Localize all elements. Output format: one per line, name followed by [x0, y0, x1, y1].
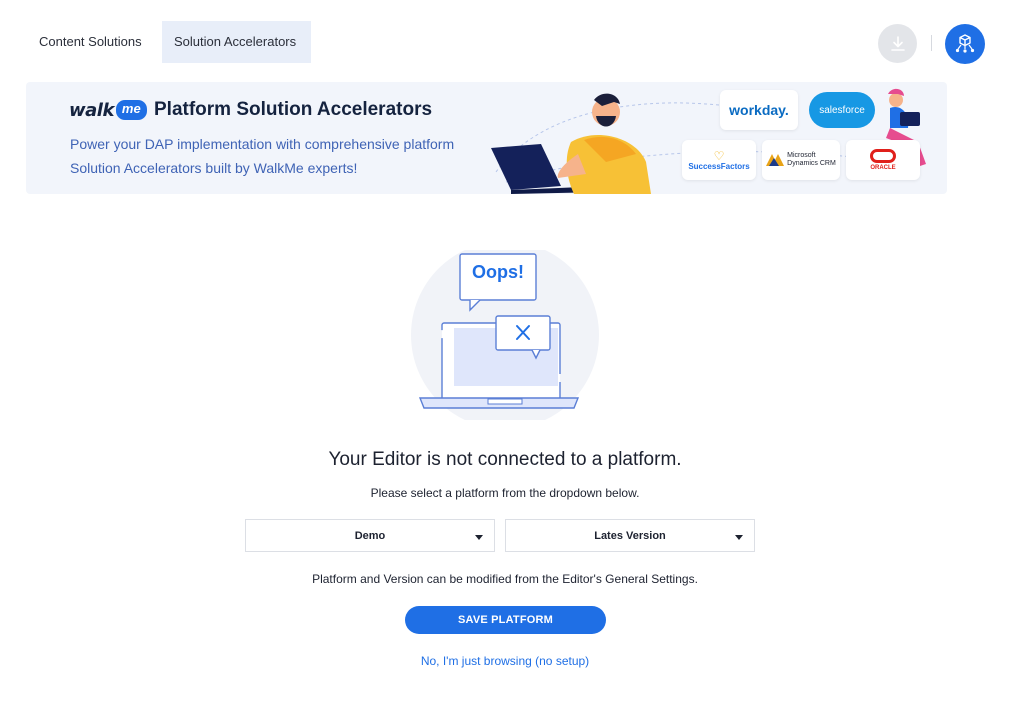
- dynamics-line-2: Dynamics: [787, 160, 818, 167]
- oops-bubble-text: Oops!: [472, 262, 524, 282]
- oracle-logo-card: ORACLE: [846, 140, 920, 180]
- chevron-down-icon: [735, 535, 743, 540]
- top-bar: Content Solutions Solution Accelerators: [0, 0, 1023, 70]
- heart-icon: ♡: [713, 148, 725, 163]
- dynamics-line-1: Microsoft: [787, 152, 816, 159]
- solution-accelerators-banner: walk me Platform Solution Accelerators P…: [26, 82, 947, 194]
- dynamics-logo-icon: [766, 154, 785, 166]
- settings-note: Platform and Version can be modified fro…: [312, 572, 698, 586]
- banner-illustration: workday. salesforce ♡ SuccessFactors Mic…: [486, 82, 947, 194]
- header-divider: [931, 35, 932, 51]
- dynamics-crm-logo-card: Microsoft Dynamics CRM: [762, 140, 840, 180]
- workday-logo-text: workday.: [729, 102, 789, 118]
- logo-me-badge: me: [115, 100, 147, 120]
- solution-package-button[interactable]: [945, 24, 985, 64]
- subline: Please select a platform from the dropdo…: [370, 486, 640, 500]
- tab-content-solutions[interactable]: Content Solutions: [27, 21, 154, 63]
- successfactors-logo-card: ♡ SuccessFactors: [682, 140, 756, 180]
- save-platform-button[interactable]: SAVE PLATFORM: [405, 606, 606, 634]
- download-button[interactable]: [878, 24, 917, 63]
- salesforce-logo-text: salesforce: [819, 104, 865, 116]
- workday-logo-card: workday.: [720, 90, 798, 130]
- platform-dropdown-value: Demo: [354, 529, 386, 542]
- walkme-logo: walk me: [69, 99, 147, 121]
- banner-title: Platform Solution Accelerators: [154, 99, 433, 120]
- tab-solution-accelerators[interactable]: Solution Accelerators: [162, 21, 311, 63]
- banner-subtitle: Power your DAP implementation with compr…: [70, 136, 455, 176]
- package-network-icon: [955, 34, 975, 53]
- platform-dropdown[interactable]: Demo: [245, 519, 495, 552]
- chevron-down-icon: [475, 535, 483, 540]
- oracle-logo-text: ORACLE: [870, 165, 896, 171]
- version-dropdown-value: Lates Version: [594, 529, 666, 542]
- version-dropdown[interactable]: Lates Version: [505, 519, 755, 552]
- disconnected-illustration: Oops!: [408, 241, 608, 429]
- salesforce-logo-card: salesforce: [806, 90, 878, 130]
- logo-walk-text: walk: [69, 99, 114, 121]
- just-browsing-link[interactable]: No, I'm just browsing (no setup): [0, 654, 1010, 668]
- headline: Your Editor is not connected to a platfo…: [328, 449, 682, 470]
- successfactors-logo-text: SuccessFactors: [688, 161, 750, 171]
- dynamics-line-3: CRM: [819, 160, 836, 167]
- oracle-ring-icon: [870, 149, 896, 163]
- download-icon: [890, 35, 905, 51]
